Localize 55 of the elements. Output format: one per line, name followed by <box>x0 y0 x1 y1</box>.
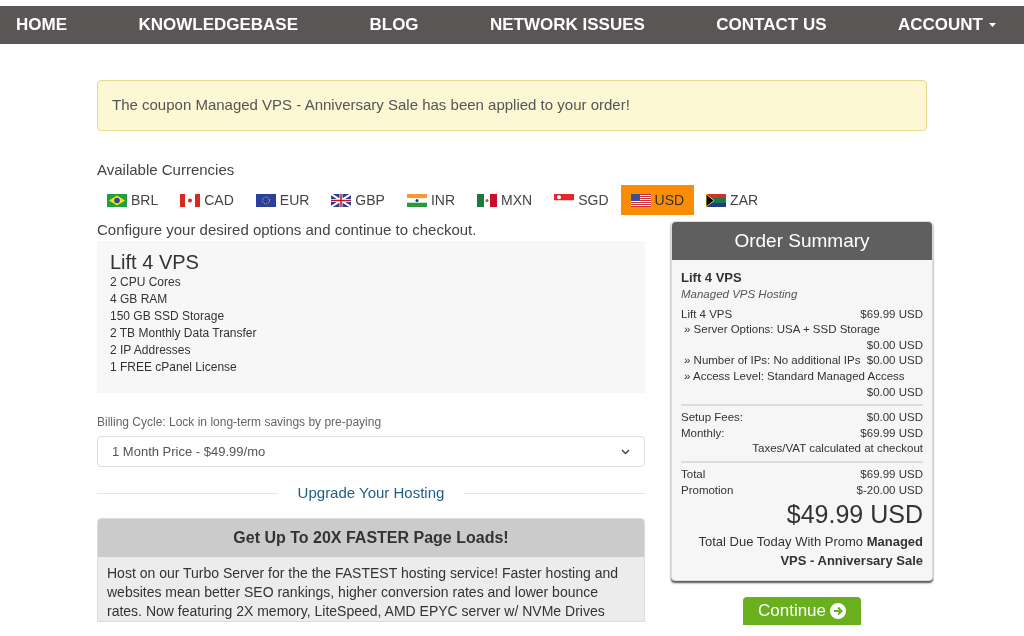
total-label: Promotion <box>681 482 734 498</box>
option-price: $0.00 USD <box>866 337 923 353</box>
flag-icon <box>406 193 427 207</box>
total-price: $-20.00 USD <box>856 482 923 498</box>
fee-price: $0.00 USD <box>866 410 923 426</box>
total-due-amount: $49.99 USD <box>785 499 923 530</box>
flag-icon <box>331 193 352 207</box>
fee-label: Setup Fees: <box>681 410 743 426</box>
coupon-alert: The coupon Managed VPS - Anniversary Sale has been applied to your order! <box>97 80 927 131</box>
option-price: $0.00 USD <box>866 353 923 369</box>
fee-label: Monthly: <box>681 425 725 441</box>
fee-price: $69.99 USD <box>860 425 923 441</box>
billing-cycle-select[interactable]: 1 Month Price - $49.99/mo <box>97 436 645 467</box>
summary-product-group: Managed VPS Hosting <box>681 287 923 303</box>
upgrade-heading: Upgrade Your Hosting <box>296 483 446 503</box>
flag-icon <box>630 193 651 207</box>
product-feature: 4 GB RAM <box>110 291 169 308</box>
nav-link[interactable]: KNOWLEDGEBASE <box>138 12 299 38</box>
nav-link[interactable]: ACCOUNT <box>897 12 996 38</box>
option-price: $0.00 USD <box>866 384 923 400</box>
option-label: » Server Options: USA + SSD Storage <box>684 322 880 338</box>
flag-icon <box>255 193 276 207</box>
product-feature: 2 TB Monthly Data Transfer <box>110 325 258 342</box>
product-feature: 150 GB SSD Storage <box>110 308 226 325</box>
currencies-heading: Available Currencies <box>97 159 236 180</box>
summary-product-name: Lift 4 VPS <box>681 269 743 287</box>
line-price: $69.99 USD <box>860 306 923 322</box>
flag-icon <box>477 193 498 207</box>
product-feature: 1 FREE cPanel License <box>110 359 238 376</box>
total-price: $69.99 USD <box>860 466 923 482</box>
nav-link[interactable]: BLOG <box>369 12 419 38</box>
chevron-down-icon <box>621 448 630 455</box>
promo-text: Host on our Turbo Server for the the FASTEST hosting service! Faster hosting and websites mean better SEO rankings, higher conversion rates and lower bounce rates. Now featuring 2X memory, LiteSpeed, AMD EPYC server w/ NVMe Drives <box>106 563 619 621</box>
product-feature: 2 CPU Cores <box>110 274 182 291</box>
tax-note: Taxes/VAT calculated at checkout <box>751 441 923 457</box>
total-label: Total <box>681 466 706 482</box>
arrow-right-circle-icon <box>830 603 847 620</box>
flag-icon <box>180 193 201 207</box>
order-summary-title: Order Summary <box>672 222 932 260</box>
line-label: Lift 4 VPS <box>681 306 733 322</box>
promo-title: Get Up To 20X FASTER Page Loads! <box>98 518 644 557</box>
total-due-note: Total Due Today With Promo Managed VPS - Anniversary Sale <box>697 533 923 571</box>
option-label: » Number of IPs: No additional IPs <box>684 353 861 369</box>
option-label: » Access Level: Standard Managed Access <box>684 368 905 384</box>
nav-link[interactable]: NETWORK ISSUES <box>490 12 645 38</box>
product-name: Lift 4 VPS <box>110 250 200 274</box>
billing-label: Billing Cycle: Lock in long-term savings by pre-paying <box>97 414 383 431</box>
nav-link[interactable]: CONTACT US <box>716 12 827 38</box>
intro-text: Configure your desired options and continue to checkout. <box>97 220 478 240</box>
product-feature: 2 IP Addresses <box>110 342 192 359</box>
currency-option[interactable]: USD <box>620 185 695 215</box>
nav-link[interactable]: HOME <box>16 12 67 38</box>
caret-icon <box>988 23 996 27</box>
flag-icon <box>706 193 727 207</box>
flag-icon <box>107 193 127 207</box>
